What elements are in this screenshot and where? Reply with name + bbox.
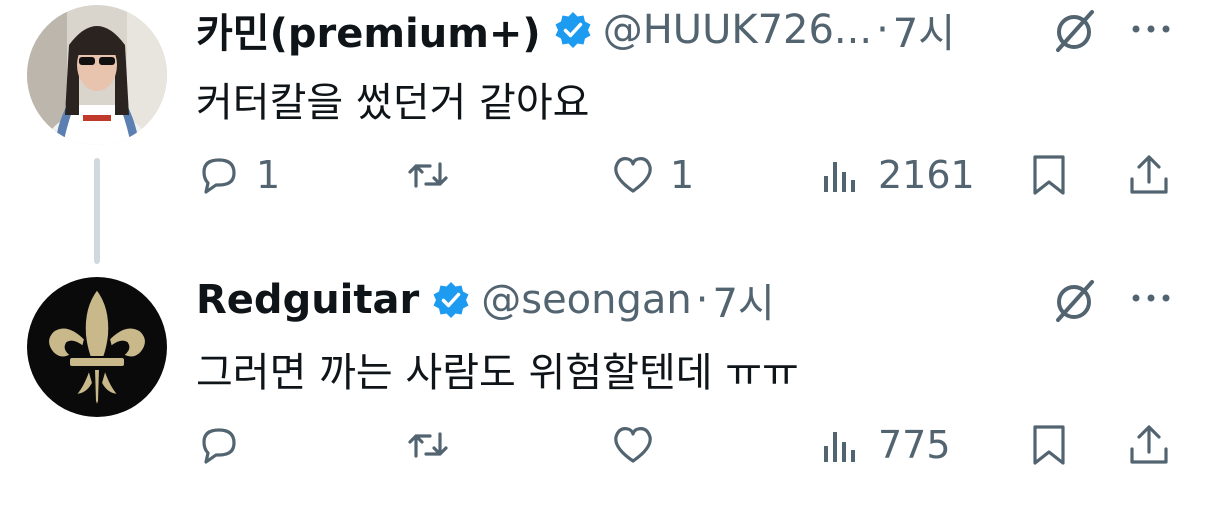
retweet-button[interactable] bbox=[405, 152, 451, 198]
handle[interactable]: @seongan bbox=[481, 277, 692, 323]
reply-count: 1 bbox=[256, 153, 281, 197]
tweet-header: 카민(premium+) @HUUK726... · 7시 bbox=[196, 2, 955, 58]
more-options-icon[interactable] bbox=[1128, 288, 1174, 308]
share-icon bbox=[1130, 425, 1168, 464]
handle[interactable]: @HUUK726... bbox=[603, 7, 872, 53]
views-chart-icon bbox=[824, 162, 855, 192]
more-options-icon[interactable] bbox=[1128, 19, 1174, 39]
timestamp[interactable]: 7시 bbox=[893, 1, 955, 59]
like-button[interactable]: 1 bbox=[610, 152, 694, 198]
retweet-icon bbox=[408, 432, 448, 458]
tweet-header: Redguitar @seongan · 7시 bbox=[196, 272, 775, 328]
views-chart-icon bbox=[824, 432, 855, 462]
retweet-icon bbox=[408, 162, 448, 188]
thread-line bbox=[94, 158, 100, 264]
heart-icon bbox=[614, 157, 652, 193]
share-button[interactable] bbox=[1126, 152, 1172, 198]
reply-button[interactable]: 1 bbox=[196, 152, 280, 198]
like-count: 1 bbox=[670, 153, 695, 197]
bookmark-icon bbox=[1033, 155, 1065, 195]
share-icon bbox=[1130, 155, 1168, 194]
views-button[interactable]: 2161 bbox=[818, 152, 975, 198]
tweet-text: 그러면 까는 사람도 위험할텐데 ㅠㅠ bbox=[196, 350, 799, 396]
views-button[interactable]: 775 bbox=[818, 422, 951, 468]
separator-dot: · bbox=[876, 7, 889, 53]
display-name[interactable]: Redguitar bbox=[196, 277, 419, 323]
grok-icon[interactable] bbox=[1050, 276, 1100, 326]
verified-badge-icon bbox=[553, 10, 593, 50]
verified-badge-icon bbox=[431, 280, 471, 320]
tweet-text: 커터칼을 썼던거 같아요 bbox=[196, 80, 590, 126]
bookmark-button[interactable] bbox=[1026, 152, 1072, 198]
view-count: 2161 bbox=[878, 153, 975, 197]
reply-icon bbox=[202, 158, 236, 194]
grok-icon[interactable] bbox=[1050, 6, 1100, 56]
display-name[interactable]: 카민(premium+) bbox=[196, 1, 541, 59]
avatar[interactable] bbox=[27, 5, 167, 145]
separator-dot: · bbox=[695, 277, 709, 323]
like-button[interactable] bbox=[610, 422, 670, 468]
heart-icon bbox=[614, 427, 652, 463]
view-count: 775 bbox=[878, 423, 951, 467]
reply-icon bbox=[202, 428, 236, 464]
bookmark-icon bbox=[1033, 425, 1065, 465]
bookmark-button[interactable] bbox=[1026, 422, 1072, 468]
reply-button[interactable] bbox=[196, 422, 256, 468]
timestamp[interactable]: 7시 bbox=[712, 271, 774, 329]
share-button[interactable] bbox=[1126, 422, 1172, 468]
retweet-button[interactable] bbox=[405, 422, 451, 468]
avatar[interactable] bbox=[27, 277, 167, 417]
